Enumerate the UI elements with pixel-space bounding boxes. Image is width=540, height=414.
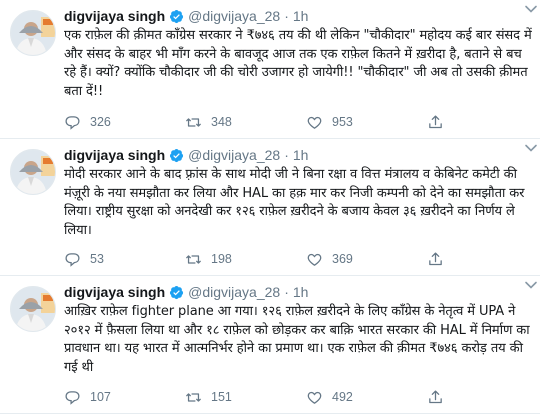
avatar[interactable] bbox=[10, 286, 56, 332]
tweet-actions: 107 151 492 bbox=[64, 387, 532, 407]
reply-icon bbox=[65, 252, 80, 267]
retweet-count: 348 bbox=[211, 115, 232, 129]
author-handle[interactable]: @digvijaya_28 bbox=[188, 147, 280, 163]
separator-dot: · bbox=[284, 284, 289, 300]
heart-icon bbox=[307, 253, 322, 266]
timestamp[interactable]: 1h bbox=[293, 147, 309, 163]
chevron-down-icon[interactable] bbox=[524, 278, 538, 292]
profile-photo-icon bbox=[11, 11, 55, 55]
share-icon bbox=[429, 114, 442, 128]
verified-badge-icon bbox=[170, 148, 184, 162]
author-name[interactable]: digvijaya singh bbox=[64, 8, 165, 24]
like-button[interactable]: 953 bbox=[306, 114, 427, 131]
author-name[interactable]: digvijaya singh bbox=[64, 284, 165, 300]
like-count: 953 bbox=[332, 115, 353, 129]
author-name[interactable]: digvijaya singh bbox=[64, 147, 165, 163]
retweet-count: 151 bbox=[211, 390, 232, 404]
retweet-count: 198 bbox=[211, 252, 232, 266]
tweet-actions: 326 348 953 bbox=[64, 112, 532, 132]
retweet-button[interactable]: 198 bbox=[185, 251, 306, 268]
like-count: 492 bbox=[332, 390, 353, 404]
timestamp[interactable]: 1h bbox=[293, 8, 309, 24]
reply-count: 326 bbox=[90, 115, 111, 129]
reply-count: 107 bbox=[90, 390, 111, 404]
retweet-button[interactable]: 348 bbox=[185, 114, 306, 131]
profile-photo-icon bbox=[11, 287, 55, 331]
share-button[interactable] bbox=[427, 251, 457, 268]
tweet-text: मोदी सरकार आने के बाद फ़्रांस के साथ मोद… bbox=[64, 167, 525, 238]
timestamp[interactable]: 1h bbox=[293, 284, 309, 300]
reply-count: 53 bbox=[90, 252, 104, 266]
separator-dot: · bbox=[284, 147, 289, 163]
tweet[interactable]: digvijaya singh @digvijaya_28 · 1h मोदी … bbox=[0, 139, 540, 276]
avatar[interactable] bbox=[10, 10, 56, 56]
reply-button[interactable]: 326 bbox=[64, 114, 185, 131]
chevron-down-icon[interactable] bbox=[524, 2, 538, 16]
avatar[interactable] bbox=[10, 149, 56, 195]
share-button[interactable] bbox=[427, 389, 457, 406]
tweet-actions: 53 198 369 bbox=[64, 249, 532, 269]
tweet[interactable]: digvijaya singh @digvijaya_28 · 1h एक रा… bbox=[0, 0, 540, 139]
tweet[interactable]: digvijaya singh @digvijaya_28 · 1h आख़िर… bbox=[0, 276, 540, 414]
tweet-text: आख़िर राफ़ेल fighter plane आ गया। १२६ रा… bbox=[64, 304, 530, 375]
like-button[interactable]: 369 bbox=[306, 251, 427, 268]
chevron-down-icon[interactable] bbox=[524, 141, 538, 155]
tweet-feed: digvijaya singh @digvijaya_28 · 1h एक रा… bbox=[0, 0, 540, 414]
share-button[interactable] bbox=[427, 114, 457, 131]
retweet-icon bbox=[186, 254, 201, 264]
share-icon bbox=[429, 251, 442, 265]
author-handle[interactable]: @digvijaya_28 bbox=[188, 8, 280, 24]
separator-dot: · bbox=[284, 8, 289, 24]
share-icon bbox=[429, 389, 442, 403]
retweet-icon bbox=[186, 117, 201, 127]
retweet-icon bbox=[186, 392, 201, 402]
tweet-text: एक राफ़ेल की क़ीमत कॉंग्रेस सरकार ने ₹७४… bbox=[64, 28, 532, 99]
verified-badge-icon bbox=[170, 9, 184, 23]
heart-icon bbox=[307, 116, 322, 129]
heart-icon bbox=[307, 391, 322, 404]
profile-photo-icon bbox=[11, 150, 55, 194]
like-count: 369 bbox=[332, 252, 353, 266]
author-handle[interactable]: @digvijaya_28 bbox=[188, 284, 280, 300]
reply-icon bbox=[65, 115, 80, 130]
reply-button[interactable]: 53 bbox=[64, 251, 185, 268]
like-button[interactable]: 492 bbox=[306, 389, 427, 406]
reply-button[interactable]: 107 bbox=[64, 389, 185, 406]
reply-icon bbox=[65, 390, 80, 405]
verified-badge-icon bbox=[170, 285, 184, 299]
retweet-button[interactable]: 151 bbox=[185, 389, 306, 406]
